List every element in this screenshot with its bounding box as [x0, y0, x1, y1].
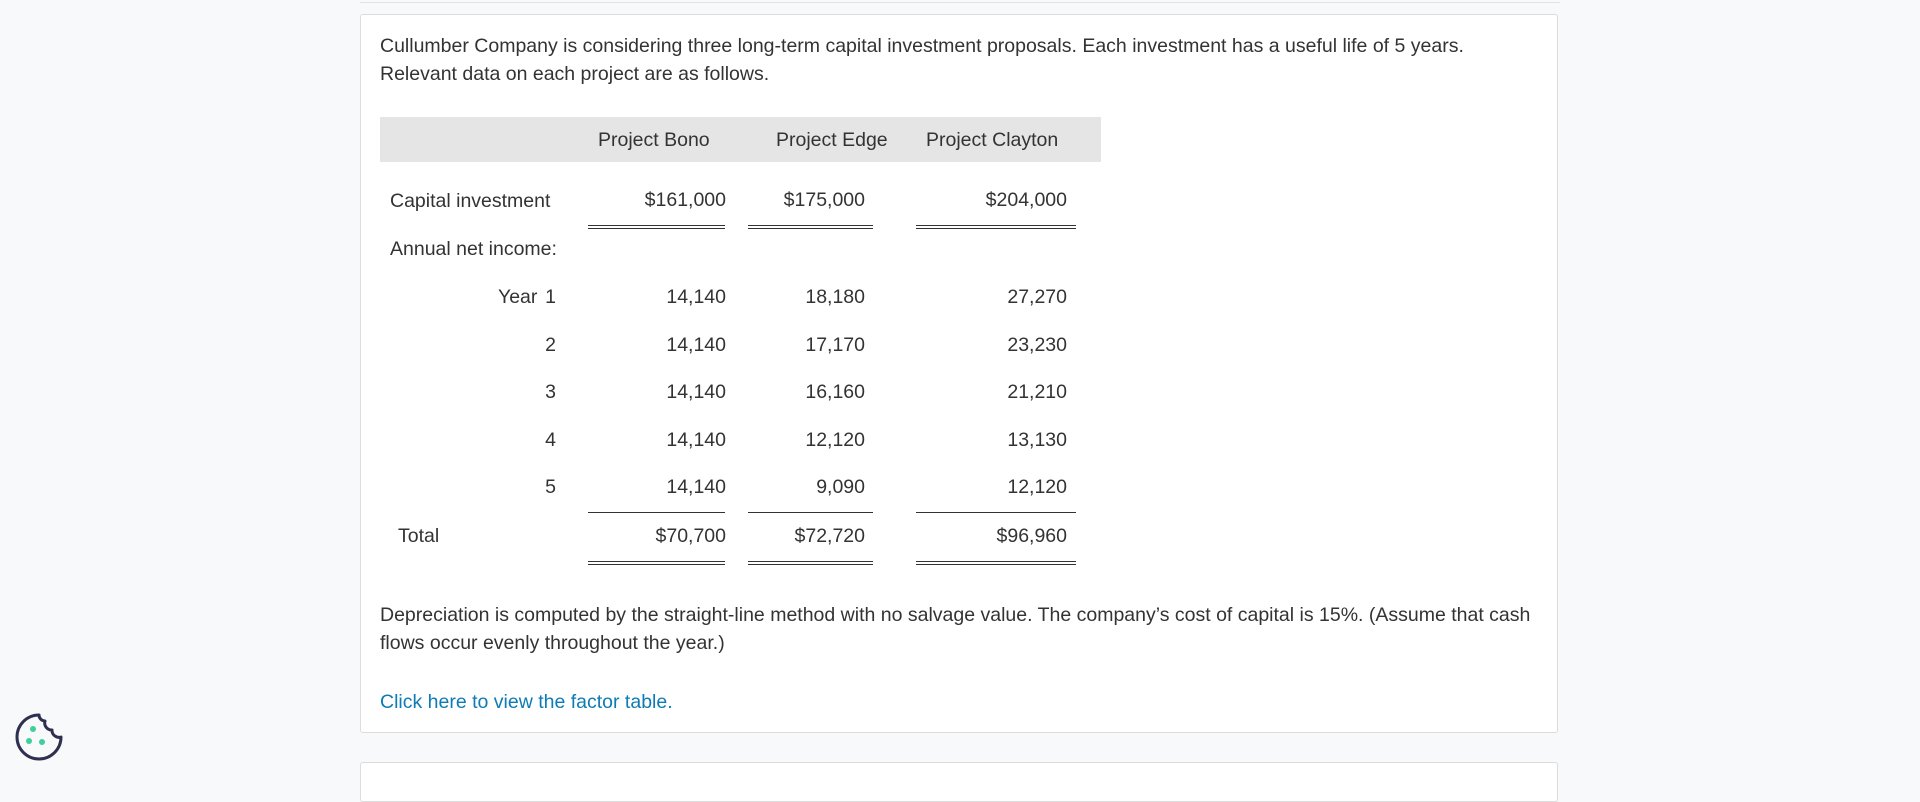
- annual-net-income-label: Annual net income:: [390, 238, 557, 260]
- capital-double-rule-clayton: [916, 225, 1076, 229]
- row-value-clayton: 21,210: [1007, 381, 1067, 403]
- row-value-edge: 12,120: [805, 429, 865, 451]
- row-value-edge: 17,170: [805, 334, 865, 356]
- column-header-clayton: Project Clayton: [926, 129, 1059, 151]
- year-label: 4: [545, 429, 556, 451]
- subtotal-rule-bono: [588, 512, 725, 513]
- total-double-rule-clayton: [916, 561, 1076, 565]
- project-data-table: Project Bono Project Edge Project Clayto…: [380, 117, 1101, 565]
- total-value-edge: $72,720: [794, 525, 866, 547]
- row-value-edge: 18,180: [805, 286, 865, 308]
- cookie-settings-button[interactable]: [14, 712, 64, 762]
- subtotal-rule-clayton: [916, 512, 1076, 513]
- factor-table-link[interactable]: Click here to view the factor table.: [380, 688, 673, 716]
- total-double-rule-bono: [588, 561, 725, 565]
- capital-double-rule-bono: [588, 225, 725, 229]
- depreciation-note: Depreciation is computed by the straight…: [380, 604, 1531, 654]
- total-value-bono: $70,700: [655, 525, 727, 547]
- column-header-bono: Project Bono: [598, 129, 710, 151]
- row-value-edge: 16,160: [805, 381, 865, 403]
- row-value-clayton: 12,120: [1007, 476, 1067, 498]
- row-value-clayton: 13,130: [1007, 429, 1067, 451]
- row-value-bono: 14,140: [666, 381, 726, 403]
- capital-value-bono: $161,000: [644, 189, 726, 211]
- row-value-bono: 14,140: [666, 334, 726, 356]
- total-label: Total: [398, 525, 440, 547]
- year-label: 5: [545, 476, 556, 498]
- next-card: [360, 762, 1558, 802]
- row-value-bono: 14,140: [666, 286, 726, 308]
- row-value-bono: 14,140: [666, 429, 726, 451]
- capital-value-edge: $175,000: [783, 189, 865, 211]
- year-label: 3: [545, 381, 556, 403]
- row-value-clayton: 23,230: [1007, 334, 1067, 356]
- year-label: 2: [545, 334, 556, 356]
- total-double-rule-edge: [748, 561, 873, 565]
- question-card: Cullumber Company is considering three l…: [360, 14, 1558, 733]
- capital-value-clayton: $204,000: [985, 189, 1067, 211]
- cookie-settings-icon: [15, 713, 63, 761]
- row-value-clayton: 27,270: [1007, 286, 1067, 308]
- row-value-edge: 9,090: [816, 476, 865, 498]
- capital-double-rule-edge: [748, 225, 873, 229]
- capital-investment-label: Capital investment: [390, 190, 551, 212]
- intro-paragraph: Cullumber Company is considering three l…: [380, 35, 1464, 85]
- year-label: 1: [545, 286, 556, 308]
- row-value-bono: 14,140: [666, 476, 726, 498]
- subtotal-rule-edge: [748, 512, 873, 513]
- column-header-edge: Project Edge: [776, 129, 888, 151]
- previous-card-edge: [360, 0, 1560, 3]
- year-word-label: Year: [498, 286, 538, 308]
- total-value-clayton: $96,960: [996, 525, 1068, 547]
